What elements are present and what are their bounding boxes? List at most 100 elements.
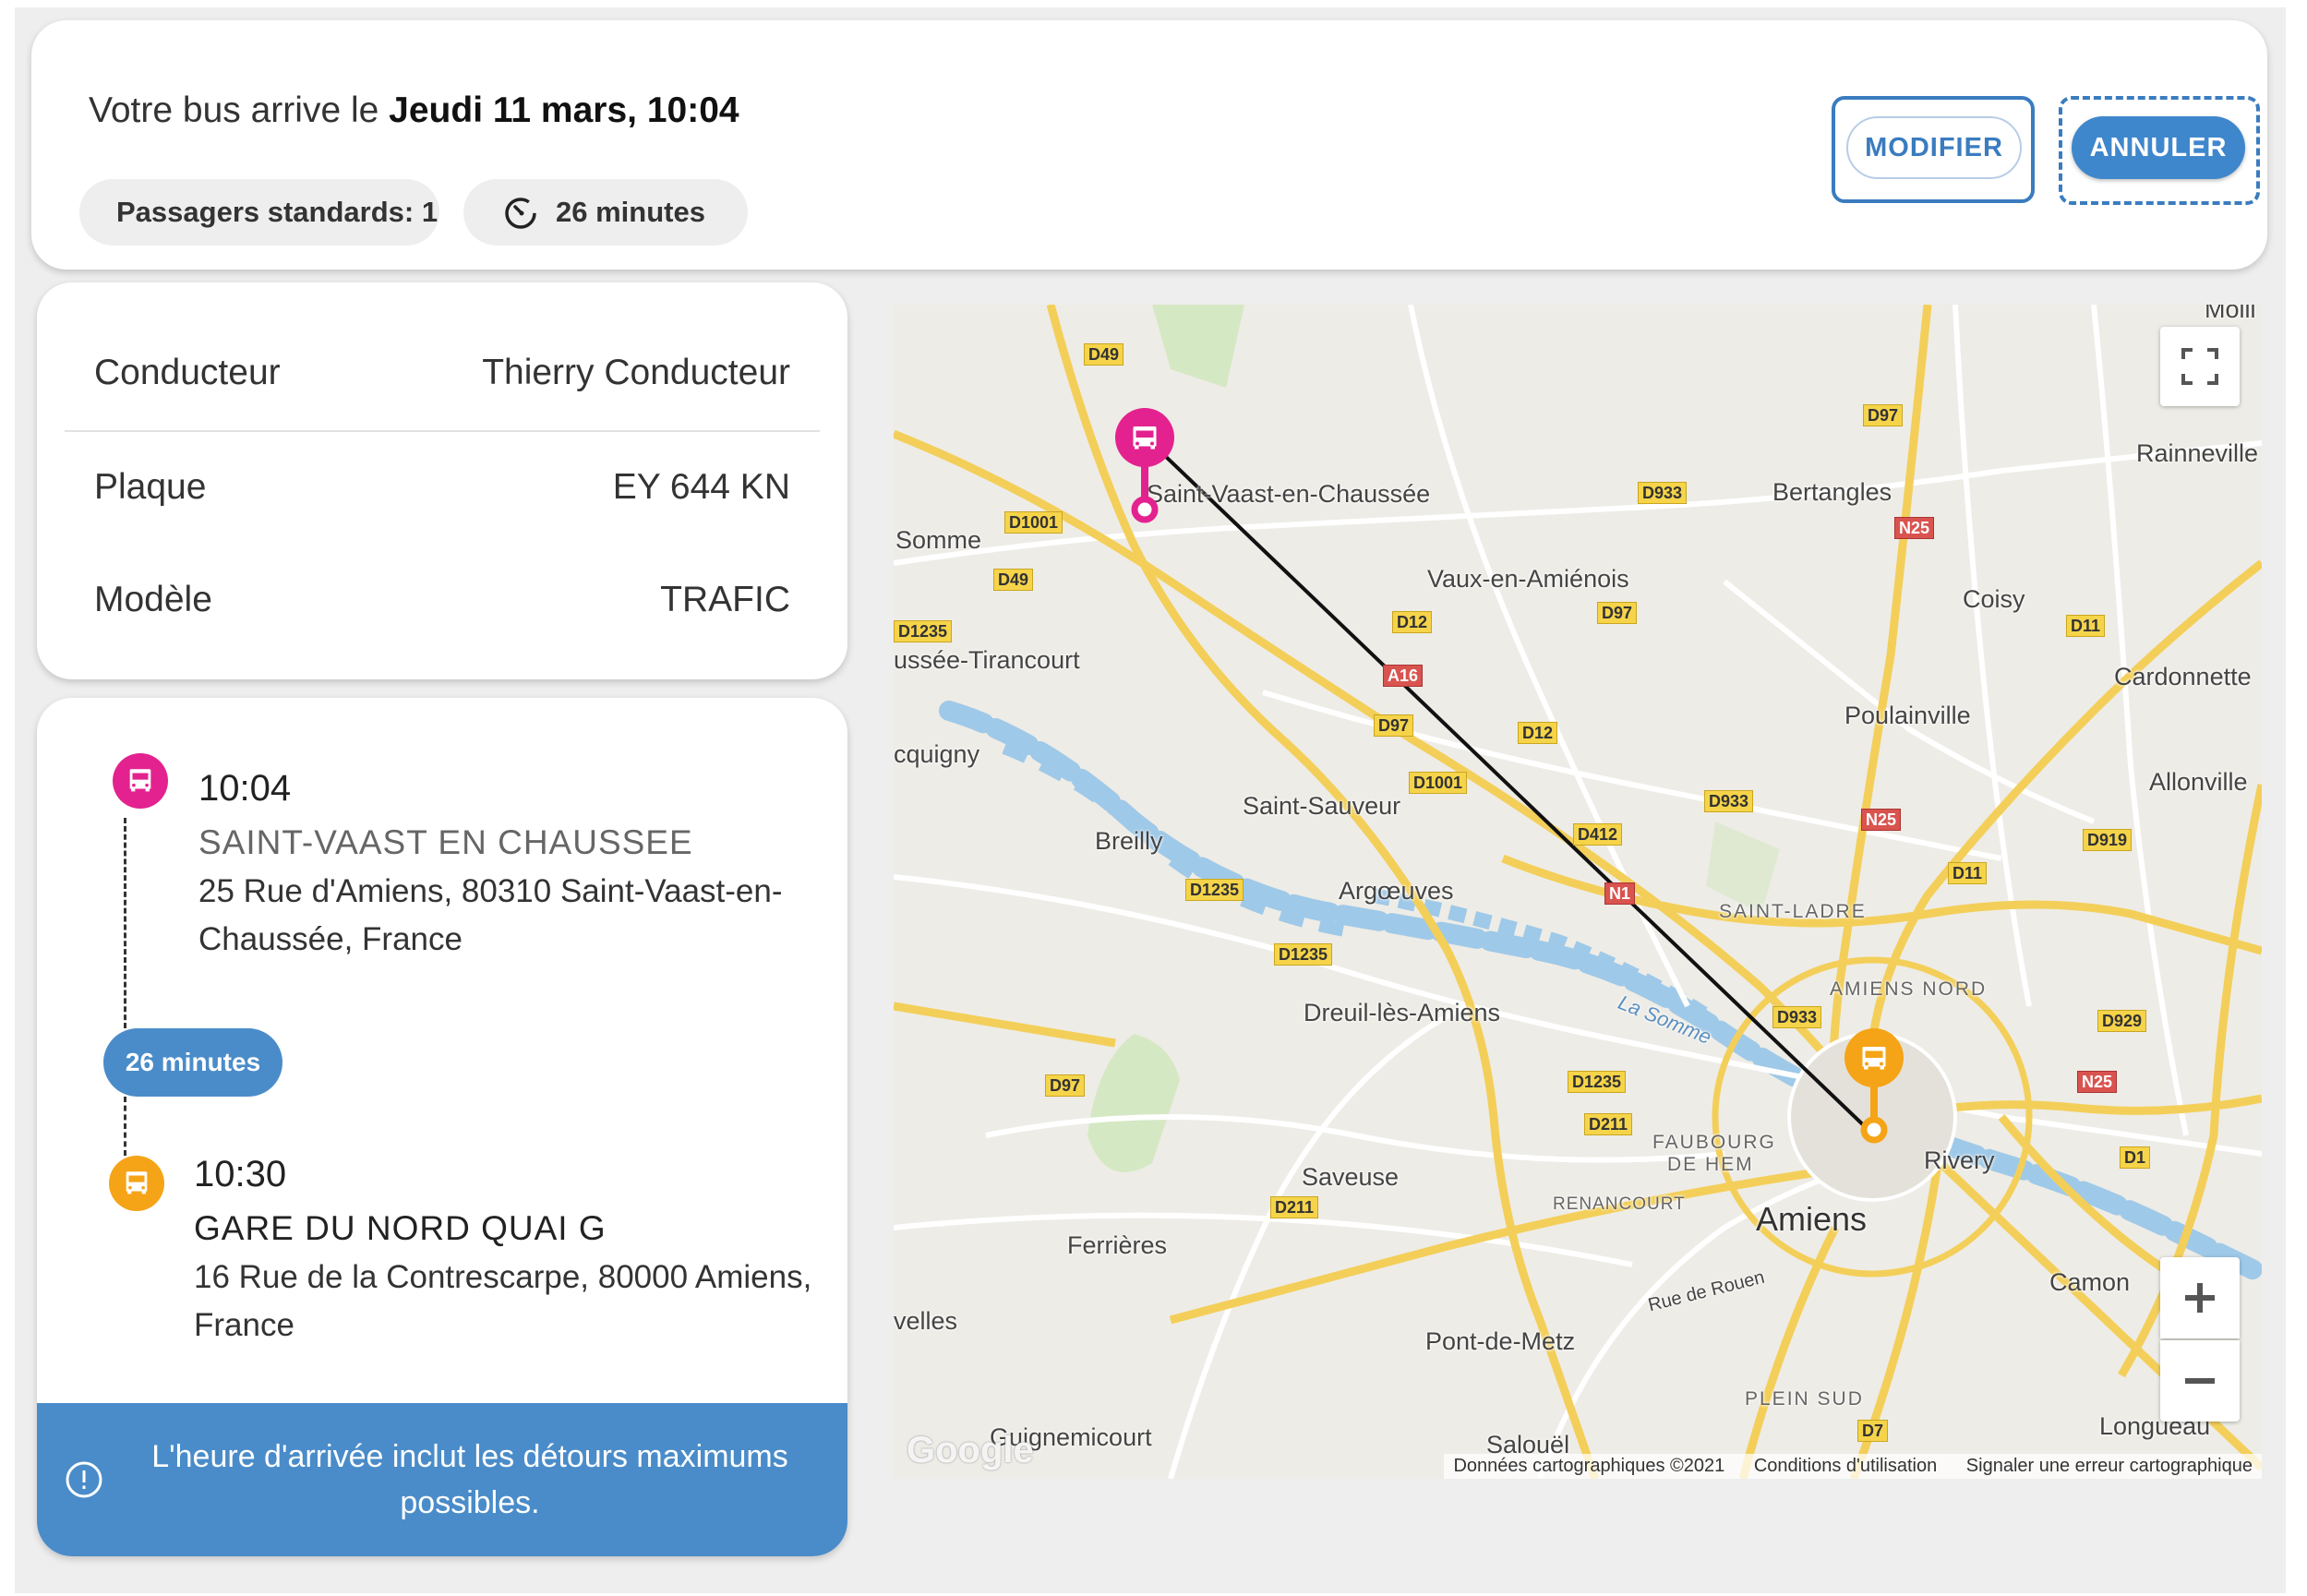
road-shield: D12 <box>1392 611 1433 633</box>
map-place-label: Poulainville <box>1844 702 1971 729</box>
fullscreen-button[interactable] <box>2160 327 2240 406</box>
arrival-summary: Votre bus arrive le Jeudi 11 mars, 10:04 <box>89 90 739 131</box>
driver-value: Thierry Conducteur <box>482 353 790 392</box>
map-place-label: AMIENS NORD <box>1830 978 1988 1000</box>
road-shield: D11 <box>1948 862 1988 884</box>
map-place-label: Bertangles <box>1772 478 1892 506</box>
map-attribution: Données cartographiques ©2021 Conditions… <box>1444 1454 2262 1479</box>
road-shield: D211 <box>1270 1196 1319 1218</box>
map-place-label: Cardonnette <box>2114 663 2252 690</box>
divider <box>65 430 820 432</box>
map-place-label: Saveuse <box>1302 1163 1400 1191</box>
road-shield: N25 <box>1861 809 1902 831</box>
info-icon <box>66 1461 102 1498</box>
map-data-credit: Données cartographiques ©2021 <box>1453 1456 1725 1476</box>
passengers-chip: Passagers standards: 1 <box>79 179 439 246</box>
timer-icon <box>505 198 536 229</box>
plate-label: Plaque <box>94 467 207 507</box>
departure-time: 10:04 <box>198 768 292 809</box>
passengers-text: Passagers standards: 1 <box>116 196 439 228</box>
road-shield: D933 <box>1772 1006 1822 1028</box>
road-shield: D11 <box>2066 615 2106 637</box>
map-place-label: FAUBOURG <box>1652 1132 1776 1153</box>
map-place-label: Argœuves <box>1339 877 1454 905</box>
road-shield: N25 <box>1894 517 1935 539</box>
notice-text: L'heure d'arrivée inclut les détours max… <box>151 1439 788 1520</box>
minus-icon <box>2185 1378 2215 1384</box>
map-place-label: cquigny <box>894 740 980 768</box>
cancel-button[interactable]: ANNULER <box>2072 116 2245 179</box>
map-place-label: Pont-de-Metz <box>1425 1327 1576 1355</box>
road-shield: D49 <box>993 569 1034 591</box>
map-place-label: SAINT-LADRE <box>1719 901 1867 922</box>
map-place-label: PLEIN SUD <box>1745 1388 1864 1410</box>
map-place-label: Molli <box>2205 305 2256 323</box>
zoom-in-button[interactable] <box>2160 1257 2240 1338</box>
road-shield: D1001 <box>1004 511 1063 534</box>
map-place-label: Rivery <box>1924 1146 1995 1174</box>
arrival-address: 16 Rue de la Contrescarpe, 80000 Amiens,… <box>194 1259 812 1343</box>
route-map[interactable]: Molli Rainneville Saint-Vaast-en-Chaussé… <box>894 305 2262 1479</box>
map-place-label: Breilly <box>1095 827 1163 855</box>
plate-value: EY 644 KN <box>612 467 790 507</box>
model-value: TRAFIC <box>660 580 790 619</box>
road-shield: D97 <box>1863 404 1904 426</box>
map-place-label: RENANCOURT <box>1553 1194 1686 1214</box>
map-place-label: ussée-Tirancourt <box>894 646 1080 674</box>
departure-bus-icon <box>113 753 168 809</box>
map-place-label: Saint-Sauveur <box>1243 792 1401 820</box>
duration-chip: 26 minutes <box>463 179 748 246</box>
map-city-label: Amiens <box>1756 1200 1868 1238</box>
arrival-notice-banner: L'heure d'arrivée inclut les détours max… <box>37 1403 847 1556</box>
departure-address: 25 Rue d'Amiens, 80310 Saint-Vaast-en-Ch… <box>198 873 783 957</box>
map-place-label: Vaux-en-Amiénois <box>1427 565 1629 593</box>
map-place-label: Allonville <box>2149 768 2248 796</box>
road-shield: D1235 <box>1185 879 1244 901</box>
arrival-bus-icon <box>109 1156 164 1211</box>
report-error-link[interactable]: Signaler une erreur cartographique <box>1966 1456 2253 1476</box>
model-label: Modèle <box>94 580 212 619</box>
arrival-prefix: Votre bus arrive le <box>89 90 379 130</box>
road-shield: D211 <box>1584 1113 1633 1135</box>
road-shield: D7 <box>1857 1420 1889 1442</box>
road-shield: D1235 <box>894 620 953 642</box>
road-shield: D97 <box>1374 714 1414 737</box>
plate-row: Plaque EY 644 KN <box>94 467 790 508</box>
road-shield: D933 <box>1638 482 1688 504</box>
zoom-out-button[interactable] <box>2160 1340 2240 1422</box>
road-shield: D1 <box>2120 1146 2151 1169</box>
arrival-datetime: Jeudi 11 mars, 10:04 <box>389 90 739 130</box>
terms-link[interactable]: Conditions d'utilisation <box>1754 1456 1937 1476</box>
road-shield: D97 <box>1045 1074 1086 1097</box>
driver-info-card: Conducteur Thierry Conducteur Plaque EY … <box>37 282 847 679</box>
map-place-label: velles <box>894 1307 958 1335</box>
arrival-stop-name: GARE DU NORD QUAI G <box>194 1209 607 1247</box>
modify-button[interactable]: MODIFIER <box>1846 116 2022 179</box>
road-shield: D919 <box>2083 829 2133 851</box>
map-place-label: Rainneville <box>2136 439 2259 467</box>
map-place-label: Ferrières <box>1067 1231 1168 1259</box>
driver-label: Conducteur <box>94 353 281 392</box>
map-place-label: Camon <box>2049 1268 2131 1296</box>
map-place-label: Dreuil-lès-Amiens <box>1304 999 1501 1026</box>
map-place-label: Saint-Vaast-en-Chaussée <box>1147 480 1431 508</box>
road-shield: D1001 <box>1409 772 1468 794</box>
road-shield: D929 <box>2097 1010 2147 1032</box>
plus-icon <box>2185 1283 2215 1313</box>
google-logo: Google <box>907 1430 1034 1470</box>
road-shield: N25 <box>2077 1071 2118 1093</box>
road-shield: D1235 <box>1274 943 1333 966</box>
road-shield: D97 <box>1597 602 1638 624</box>
map-roads-layer <box>894 305 2262 1479</box>
route-line <box>124 818 126 1028</box>
road-shield: D412 <box>1573 823 1623 846</box>
duration-text: 26 minutes <box>556 196 705 228</box>
map-place-label: Coisy <box>1963 585 2025 613</box>
trip-header-card: Votre bus arrive le Jeudi 11 mars, 10:04… <box>31 20 2267 270</box>
road-shield: D12 <box>1518 722 1558 744</box>
map-place-label: DE HEM <box>1667 1154 1754 1175</box>
map-place-label: Somme <box>895 526 982 554</box>
arrival-marker[interactable] <box>1841 1026 1907 1146</box>
departure-marker[interactable] <box>1111 406 1178 526</box>
road-shield: N1 <box>1604 882 1636 905</box>
